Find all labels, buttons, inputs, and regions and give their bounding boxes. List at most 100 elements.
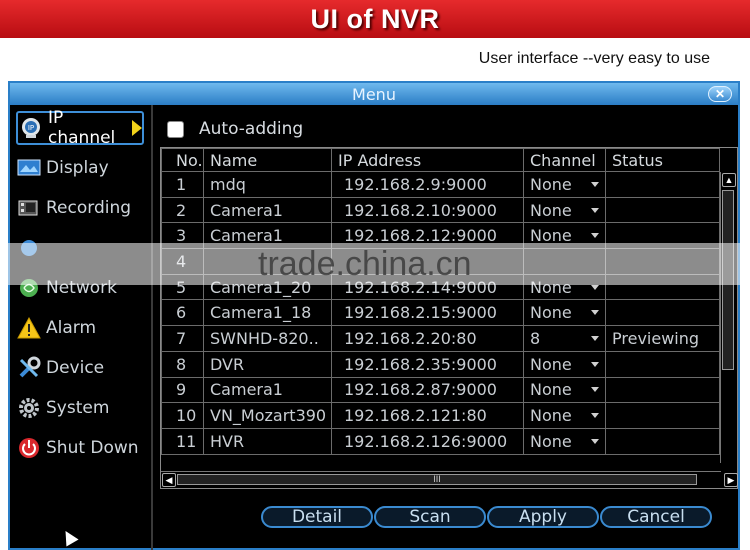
sidebar-item-display[interactable]: Display	[16, 151, 144, 185]
col-header-status[interactable]: Status	[605, 148, 720, 172]
cell-name: Camera1	[203, 376, 332, 404]
chevron-down-icon[interactable]	[591, 387, 599, 393]
system-gear-icon	[16, 395, 42, 421]
horizontal-scroll-thumb[interactable]: III	[177, 474, 697, 485]
table-row[interactable]: 11 HVR 192.168.2.126:9000 None	[161, 427, 720, 455]
table-row[interactable]: 10 VN_Mozart390 192.168.2.121:80 None	[161, 402, 720, 429]
cell-status	[605, 402, 720, 429]
sidebar-item-shut-down[interactable]: Shut Down	[16, 431, 144, 465]
chevron-down-icon[interactable]	[591, 413, 599, 419]
sidebar: IP IP channel Display Recording Network …	[10, 105, 153, 550]
auto-adding-checkbox[interactable]	[167, 120, 184, 138]
cell-ip-address: 192.168.2.15:9000	[331, 299, 524, 327]
scan-button[interactable]: Scan	[374, 506, 486, 528]
sidebar-item-label: Display	[46, 158, 109, 178]
banner-title: UI of NVR	[310, 3, 440, 34]
cell-no: 10	[161, 402, 204, 429]
cell-status	[605, 427, 720, 455]
table-row[interactable]: 2 Camera1 192.168.2.10:9000 None	[161, 196, 720, 224]
auto-adding-label: Auto-adding	[199, 119, 304, 139]
ip-camera-icon: IP	[18, 115, 44, 141]
scroll-up-icon[interactable]: ▲	[722, 173, 736, 187]
sidebar-item-recording[interactable]: Recording	[16, 191, 144, 225]
cell-no: 11	[161, 427, 204, 455]
table-row[interactable]: 7 SWNHD-820.. 192.168.2.20:80 8 Previewing	[161, 325, 720, 352]
sidebar-item-ip-channel[interactable]: IP IP channel	[16, 108, 144, 148]
col-header-name[interactable]: Name	[203, 148, 332, 172]
chevron-down-icon[interactable]	[591, 181, 599, 187]
cell-channel-select[interactable]: None	[523, 376, 606, 404]
sidebar-item-label: Device	[46, 358, 105, 378]
cell-status	[605, 196, 720, 224]
sidebar-item-alarm[interactable]: Alarm	[16, 311, 144, 345]
sidebar-item-label: System	[46, 398, 110, 418]
cell-status	[605, 299, 720, 327]
svg-text:IP: IP	[28, 124, 34, 132]
cell-channel-select[interactable]: 8	[523, 325, 606, 352]
cell-no: 9	[161, 376, 204, 404]
chevron-down-icon[interactable]	[591, 361, 599, 367]
detail-button[interactable]: Detail	[261, 506, 373, 528]
cancel-button[interactable]: Cancel	[600, 506, 712, 528]
sidebar-item-label: IP channel	[48, 108, 116, 148]
cell-channel-select[interactable]: None	[523, 171, 606, 198]
sidebar-item-device[interactable]: Device	[16, 351, 144, 385]
cell-name: HVR	[203, 427, 332, 455]
cell-status: Previewing	[605, 325, 720, 352]
table-header-row: No. Name IP Address Channel Status	[161, 148, 720, 172]
device-icon	[16, 355, 42, 381]
chevron-down-icon[interactable]	[591, 233, 599, 239]
banner: UI of NVR	[0, 0, 750, 38]
cell-name: Camera1	[203, 196, 332, 224]
cell-channel-select[interactable]: None	[523, 196, 606, 224]
banner-subtitle: User interface --very easy to use	[478, 50, 710, 67]
channel-value: None	[530, 380, 572, 400]
sidebar-item-label: Shut Down	[46, 438, 139, 458]
table-row[interactable]: 9 Camera1 192.168.2.87:9000 None	[161, 376, 720, 404]
cell-channel-select[interactable]: None	[523, 299, 606, 327]
channel-value: None	[530, 200, 572, 220]
auto-adding-row: Auto-adding	[167, 119, 303, 139]
window-title: Menu	[352, 84, 396, 104]
chevron-down-icon[interactable]	[591, 310, 599, 316]
chevron-down-icon[interactable]	[591, 335, 599, 341]
col-header-ip[interactable]: IP Address	[331, 148, 524, 172]
cell-name: Camera1_18	[203, 299, 332, 327]
scroll-right-icon[interactable]: ▶	[724, 473, 738, 487]
cell-name: SWNHD-820..	[203, 325, 332, 352]
alarm-icon	[16, 315, 42, 341]
scroll-left-icon[interactable]: ◀	[162, 473, 176, 487]
apply-button[interactable]: Apply	[487, 506, 599, 528]
cell-ip-address: 192.168.2.35:9000	[331, 350, 524, 378]
table-row[interactable]: 8 DVR 192.168.2.35:9000 None	[161, 350, 720, 378]
table-row[interactable]: 6 Camera1_18 192.168.2.15:9000 None	[161, 299, 720, 327]
cell-no: 8	[161, 350, 204, 378]
chevron-down-icon[interactable]	[591, 438, 599, 444]
channel-value: None	[530, 174, 572, 194]
chevron-down-icon[interactable]	[591, 207, 599, 213]
channel-value: 8	[530, 328, 541, 348]
sidebar-item-label: Recording	[46, 198, 132, 218]
cell-ip-address: 192.168.2.126:9000	[331, 427, 524, 455]
sidebar-item-system[interactable]: System	[16, 391, 144, 425]
cell-ip-address: 192.168.2.121:80	[331, 402, 524, 429]
close-icon[interactable]: ✕	[708, 86, 732, 102]
chevron-down-icon[interactable]	[591, 284, 599, 290]
active-arrow-icon	[132, 120, 142, 136]
channel-value: None	[530, 354, 572, 374]
cell-channel-select[interactable]: None	[523, 402, 606, 429]
cell-no: 6	[161, 299, 204, 327]
col-header-channel[interactable]: Channel	[523, 148, 606, 172]
cell-status	[605, 376, 720, 404]
channel-value: None	[530, 303, 572, 323]
horizontal-scrollbar[interactable]: ◀ III ▶	[161, 471, 738, 488]
ip-channel-table: No. Name IP Address Channel Status 1 mdq 1…	[160, 147, 738, 489]
col-header-no[interactable]: No.	[161, 148, 204, 172]
cell-name: mdq	[203, 171, 332, 198]
cell-ip-address: 192.168.2.10:9000	[331, 196, 524, 224]
vertical-scrollbar[interactable]: ▲	[720, 172, 736, 463]
cell-channel-select[interactable]: None	[523, 350, 606, 378]
cell-status	[605, 350, 720, 378]
cell-channel-select[interactable]: None	[523, 427, 606, 455]
table-row[interactable]: 1 mdq 192.168.2.9:9000 None	[161, 171, 720, 198]
